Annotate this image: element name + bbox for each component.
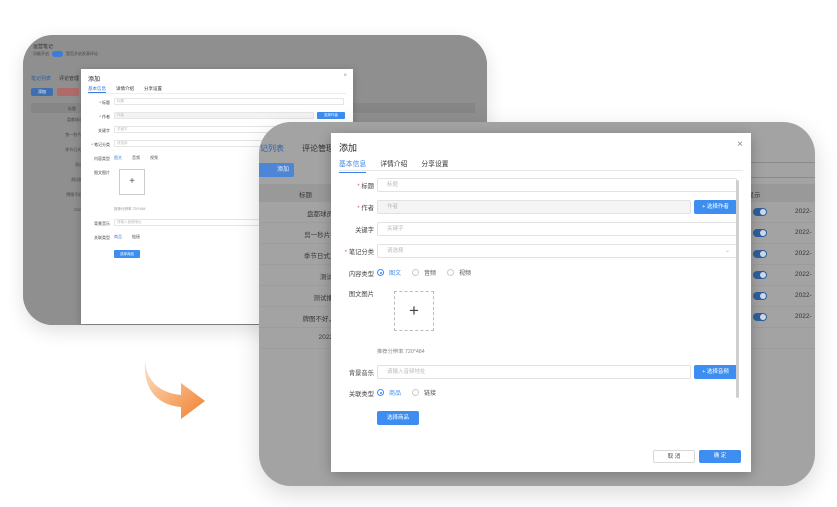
radio-label: 商品	[389, 391, 402, 397]
preview-toggle-label: 功能开启	[33, 51, 49, 56]
preview-close-icon[interactable]: ×	[343, 73, 347, 79]
preview-add-button[interactable]: 添加	[31, 88, 53, 96]
radio-label: 链接	[424, 391, 437, 397]
preview-hint: 推荐分辨率 720*484	[114, 207, 146, 211]
keyword-input[interactable]: 关键字	[377, 222, 737, 236]
music-input[interactable]: 请输入音频地址	[377, 365, 691, 379]
choose-goods-button[interactable]: 选择商品	[377, 411, 419, 425]
preview-divider	[88, 93, 346, 94]
col-title: 标题	[299, 192, 312, 199]
preview-tab-notes[interactable]: 笔记列表	[31, 75, 51, 82]
tabs-divider	[339, 170, 743, 171]
select-author-button[interactable]: + 选择作者	[694, 200, 737, 214]
dialog-title: 添加	[339, 143, 358, 153]
preview-link-type-radios[interactable]: 商品 链接	[114, 234, 140, 240]
preview-label: * 标题	[99, 100, 110, 105]
preview-radio[interactable]: 视频	[150, 155, 158, 161]
preview-dialog-tab[interactable]: 分享设置	[144, 86, 162, 93]
row-date: 2022-	[795, 229, 812, 236]
preview-label: 图文图片	[94, 170, 110, 175]
preview-upload-plus-icon[interactable]: +	[119, 169, 145, 195]
confirm-button[interactable]: 确 定	[699, 450, 741, 463]
content-type-label: 内容类型	[348, 271, 374, 278]
image-label: 图文图片	[348, 291, 374, 298]
title-input[interactable]: 标题	[377, 178, 737, 192]
tab-comment-manage[interactable]: 评论管理	[302, 143, 334, 154]
preview-dialog-tab[interactable]: 详情介绍	[116, 86, 134, 93]
link-type-radios: 商品 链接	[377, 388, 436, 397]
radio-audio[interactable]	[412, 269, 420, 276]
preview-content-type-radios[interactable]: 图文 音频 视频	[114, 155, 158, 161]
preview-label: 关联类型	[94, 235, 110, 240]
radio-video[interactable]	[447, 269, 455, 276]
display-switch[interactable]	[753, 292, 767, 300]
author-label: * 作者	[357, 205, 374, 212]
preview-radio[interactable]: 链接	[132, 234, 140, 240]
display-switch[interactable]	[753, 250, 767, 258]
preview-radio[interactable]: 图文	[114, 155, 122, 161]
preview-select-author-button[interactable]: 选择作者	[317, 112, 345, 119]
preview-label: 关键字	[98, 128, 110, 133]
preview-tabs: 笔记列表 评论管理	[31, 75, 79, 82]
stage: 运营笔记 功能开启 是否开启发表评论 笔记列表 评论管理 添加 标题 盘都球员安…	[0, 0, 837, 507]
category-label: * 笔记分类	[344, 249, 374, 256]
author-input[interactable]: 作者	[377, 200, 691, 214]
preview-title-input[interactable]: 标题	[114, 98, 344, 105]
upload-plus-icon[interactable]: +	[394, 291, 434, 331]
add-note-dialog: 添加 × 基本信息 详情介绍 分享设置 * 标题 标题 * 作者 作者 + 选择…	[331, 133, 751, 472]
select-audio-button[interactable]: + 选择音频	[694, 365, 737, 379]
image-hint: 推荐分辨率 720*484	[377, 349, 425, 355]
radio-image-text[interactable]	[377, 269, 384, 276]
preview-dialog-tabs: 基本信息 详情介绍 分享设置	[88, 86, 162, 93]
preview-toggle-desc: 是否开启发表评论	[66, 51, 98, 56]
content-type-radios: 图文 音频 视频	[377, 268, 471, 277]
preview-toggle-row: 功能开启 是否开启发表评论	[33, 51, 98, 57]
preview-radio[interactable]: 音频	[132, 155, 140, 161]
music-label: 背景音乐	[348, 370, 374, 377]
display-switch[interactable]	[753, 229, 767, 237]
row-date: 2022-	[795, 313, 812, 320]
row-date: 2022-	[795, 292, 812, 299]
preview-dialog-title: 添加	[88, 77, 101, 83]
radio-goods[interactable]	[377, 389, 384, 396]
tab-note-list[interactable]: 记列表	[259, 143, 284, 154]
link-type-label: 关联类型	[348, 391, 374, 398]
preview-label: * 作者	[99, 114, 110, 119]
radio-label: 音频	[424, 271, 437, 277]
close-icon[interactable]: ×	[737, 139, 743, 150]
chevron-down-icon: ⌄	[724, 248, 730, 254]
search-box[interactable]	[743, 162, 815, 178]
row-date: 2022-	[795, 250, 812, 257]
category-placeholder: 请选择	[387, 248, 404, 254]
preview-card-after: 记列表 评论管理 添加 标题 否显示 盘都球员安风调剂2022- 剪一秒片在直播…	[259, 122, 815, 486]
radio-label: 视频	[459, 271, 472, 277]
title-label: * 标题	[357, 183, 374, 190]
radio-label: 图文	[389, 271, 402, 277]
display-switch[interactable]	[753, 313, 767, 321]
dialog-scrollbar[interactable]	[736, 180, 739, 398]
preview-label: * 笔记分类	[91, 142, 110, 147]
display-switch[interactable]	[753, 208, 767, 216]
radio-link[interactable]	[412, 389, 420, 396]
preview-tab-comments[interactable]: 评论管理	[59, 75, 79, 82]
display-switch[interactable]	[753, 271, 767, 279]
list-tabs: 记列表 评论管理	[259, 143, 334, 154]
add-button[interactable]: 添加	[259, 163, 294, 177]
category-select[interactable]: 请选择 ⌄	[377, 244, 737, 258]
preview-choose-goods-button[interactable]: 选择商品	[114, 250, 140, 258]
transition-arrow-icon	[144, 361, 205, 419]
cancel-button[interactable]: 取 消	[653, 450, 695, 463]
row-date: 2022-	[795, 208, 812, 215]
preview-label: 背景音乐	[94, 221, 110, 226]
preview-label: 内容类型	[94, 156, 110, 161]
preview-radio[interactable]: 商品	[114, 234, 122, 240]
preview-delete-button[interactable]	[57, 88, 79, 96]
preview-col-title: 标题	[68, 106, 76, 111]
preview-author-input[interactable]: 作者	[114, 112, 314, 119]
keyword-label: 关键字	[355, 227, 374, 234]
preview-toggle[interactable]	[52, 51, 63, 57]
preview-page-title: 运营笔记	[33, 44, 54, 50]
row-date: 2022-	[795, 271, 812, 278]
preview-dialog-tab[interactable]: 基本信息	[88, 86, 106, 93]
